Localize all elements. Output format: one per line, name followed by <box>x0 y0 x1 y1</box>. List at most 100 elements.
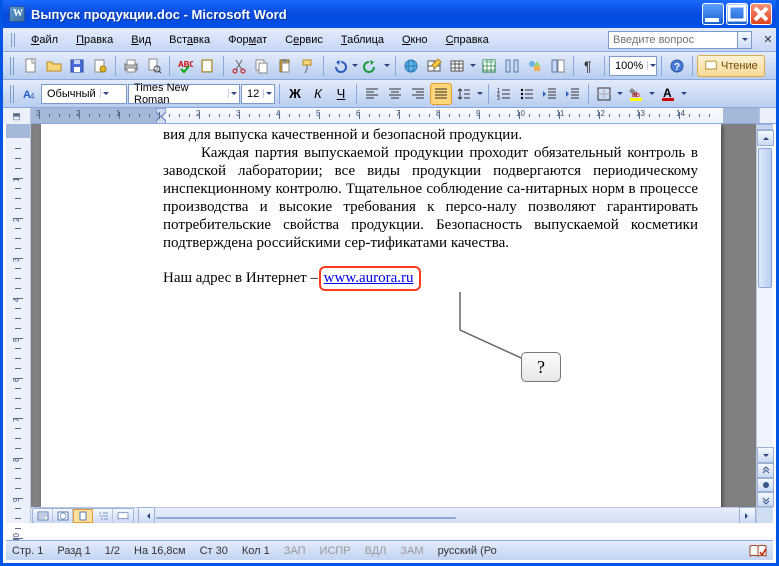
menu-tools[interactable]: Сервис <box>277 32 331 48</box>
status-page[interactable]: Стр. 1 <box>12 545 43 557</box>
docmap-button[interactable] <box>547 55 569 77</box>
paste-button[interactable] <box>274 55 296 77</box>
status-at[interactable]: На 16,8см <box>134 545 186 557</box>
spelling-status-icon[interactable] <box>749 544 767 558</box>
menu-insert[interactable]: Вставка <box>161 32 218 48</box>
web-view-button[interactable] <box>53 509 73 523</box>
tables-borders-button[interactable] <box>423 55 445 77</box>
bold-button[interactable]: Ж <box>284 83 306 105</box>
align-justify-button[interactable] <box>430 83 452 105</box>
italic-button[interactable]: К <box>307 83 329 105</box>
indent-button[interactable] <box>562 83 584 105</box>
horizontal-ruler[interactable]: 321234567891011121314 <box>31 108 759 123</box>
vscroll-up-button[interactable] <box>757 130 774 146</box>
permission-button[interactable] <box>89 55 111 77</box>
research-button[interactable] <box>197 55 219 77</box>
numbering-button[interactable]: 123 <box>493 83 515 105</box>
menu-window[interactable]: Окно <box>394 32 436 48</box>
status-col[interactable]: Кол 1 <box>242 545 270 557</box>
status-section[interactable]: Разд 1 <box>57 545 90 557</box>
copy-button[interactable] <box>251 55 273 77</box>
font-color-dropdown[interactable] <box>680 89 688 98</box>
vscroll-track[interactable] <box>757 146 773 447</box>
window-close-button[interactable] <box>750 3 772 25</box>
hyperlink[interactable]: www.aurora.ru <box>324 270 414 286</box>
status-trk[interactable]: ИСПР <box>320 545 351 557</box>
print-view-button[interactable] <box>73 509 93 523</box>
undo-button[interactable] <box>328 55 350 77</box>
status-pages[interactable]: 1/2 <box>105 545 120 557</box>
borders-button[interactable] <box>593 83 615 105</box>
fontsize-combo[interactable]: 12 <box>241 84 275 104</box>
hscroll-thumb[interactable] <box>156 517 456 519</box>
drawing-button[interactable] <box>524 55 546 77</box>
font-color-button[interactable]: A <box>657 83 679 105</box>
borders-dropdown[interactable] <box>616 89 624 98</box>
document-area[interactable]: вия для выпуска качественной и безопасно… <box>31 124 773 523</box>
window-minimize-button[interactable] <box>702 3 724 25</box>
menu-edit[interactable]: Правка <box>68 32 121 48</box>
vscroll-down-button[interactable] <box>757 447 774 463</box>
cut-button[interactable] <box>228 55 250 77</box>
styles-pane-button[interactable]: A4 <box>20 83 40 105</box>
excel-button[interactable] <box>478 55 500 77</box>
style-combo[interactable]: Обычный <box>41 84 127 104</box>
redo-dropdown[interactable] <box>383 61 391 70</box>
outdent-button[interactable] <box>539 83 561 105</box>
line-spacing-button[interactable] <box>453 83 475 105</box>
hscroll-left-button[interactable] <box>138 507 155 523</box>
hanging-indent-marker[interactable] <box>156 116 166 123</box>
prev-page-button[interactable] <box>757 463 774 478</box>
status-lang[interactable]: русский (Ро <box>438 545 497 557</box>
normal-view-button[interactable] <box>33 509 53 523</box>
formatting-grip[interactable] <box>10 85 16 103</box>
ask-question-input[interactable] <box>608 31 738 49</box>
font-combo[interactable]: Times New Roman <box>128 84 240 104</box>
ask-question-dropdown[interactable] <box>738 31 752 49</box>
menu-help[interactable]: Справка <box>438 32 497 48</box>
line-spacing-dropdown[interactable] <box>476 89 484 98</box>
align-center-button[interactable] <box>384 83 406 105</box>
vscroll-thumb[interactable] <box>758 148 772 288</box>
menu-format[interactable]: Формат <box>220 32 275 48</box>
status-line[interactable]: Ст 30 <box>200 545 228 557</box>
hscroll-right-button[interactable] <box>739 507 756 523</box>
print-button[interactable] <box>120 55 142 77</box>
help-button[interactable]: ? <box>666 55 688 77</box>
browse-object-button[interactable] <box>757 478 774 492</box>
menubar-grip[interactable] <box>11 33 17 47</box>
bullets-button[interactable] <box>516 83 538 105</box>
columns-button[interactable] <box>501 55 523 77</box>
ruler-corner[interactable]: ⬒ <box>3 108 31 124</box>
new-button[interactable] <box>20 55 42 77</box>
menu-file[interactable]: Файл <box>23 32 66 48</box>
document-close-button[interactable]: ✕ <box>760 32 776 48</box>
outline-view-button[interactable] <box>93 509 113 523</box>
align-left-button[interactable] <box>361 83 383 105</box>
format-painter-button[interactable] <box>297 55 319 77</box>
window-maximize-button[interactable] <box>726 3 748 25</box>
spellcheck-button[interactable]: ABC <box>174 55 196 77</box>
highlight-button[interactable]: ab <box>625 83 647 105</box>
vertical-ruler[interactable]: 12345678910 <box>6 124 31 523</box>
reading-layout-button[interactable]: Чтение <box>697 55 765 77</box>
callout-box[interactable]: ? <box>521 352 561 382</box>
align-right-button[interactable] <box>407 83 429 105</box>
underline-button[interactable]: Ч <box>330 83 352 105</box>
print-preview-button[interactable] <box>143 55 165 77</box>
highlight-dropdown[interactable] <box>648 89 656 98</box>
status-ext[interactable]: ВДЛ <box>365 545 387 557</box>
menu-table[interactable]: Таблица <box>333 32 392 48</box>
redo-button[interactable] <box>360 55 382 77</box>
status-rec[interactable]: ЗАП <box>284 545 306 557</box>
next-page-button[interactable] <box>757 492 774 507</box>
undo-dropdown[interactable] <box>351 61 359 70</box>
open-button[interactable] <box>43 55 65 77</box>
save-button[interactable] <box>66 55 88 77</box>
menu-view[interactable]: Вид <box>123 32 159 48</box>
hyperlink-button[interactable] <box>400 55 422 77</box>
reading-view-button[interactable] <box>113 509 133 523</box>
status-ovr[interactable]: ЗАМ <box>400 545 423 557</box>
toolbar-grip[interactable] <box>10 57 16 75</box>
show-marks-button[interactable]: ¶ <box>578 55 600 77</box>
